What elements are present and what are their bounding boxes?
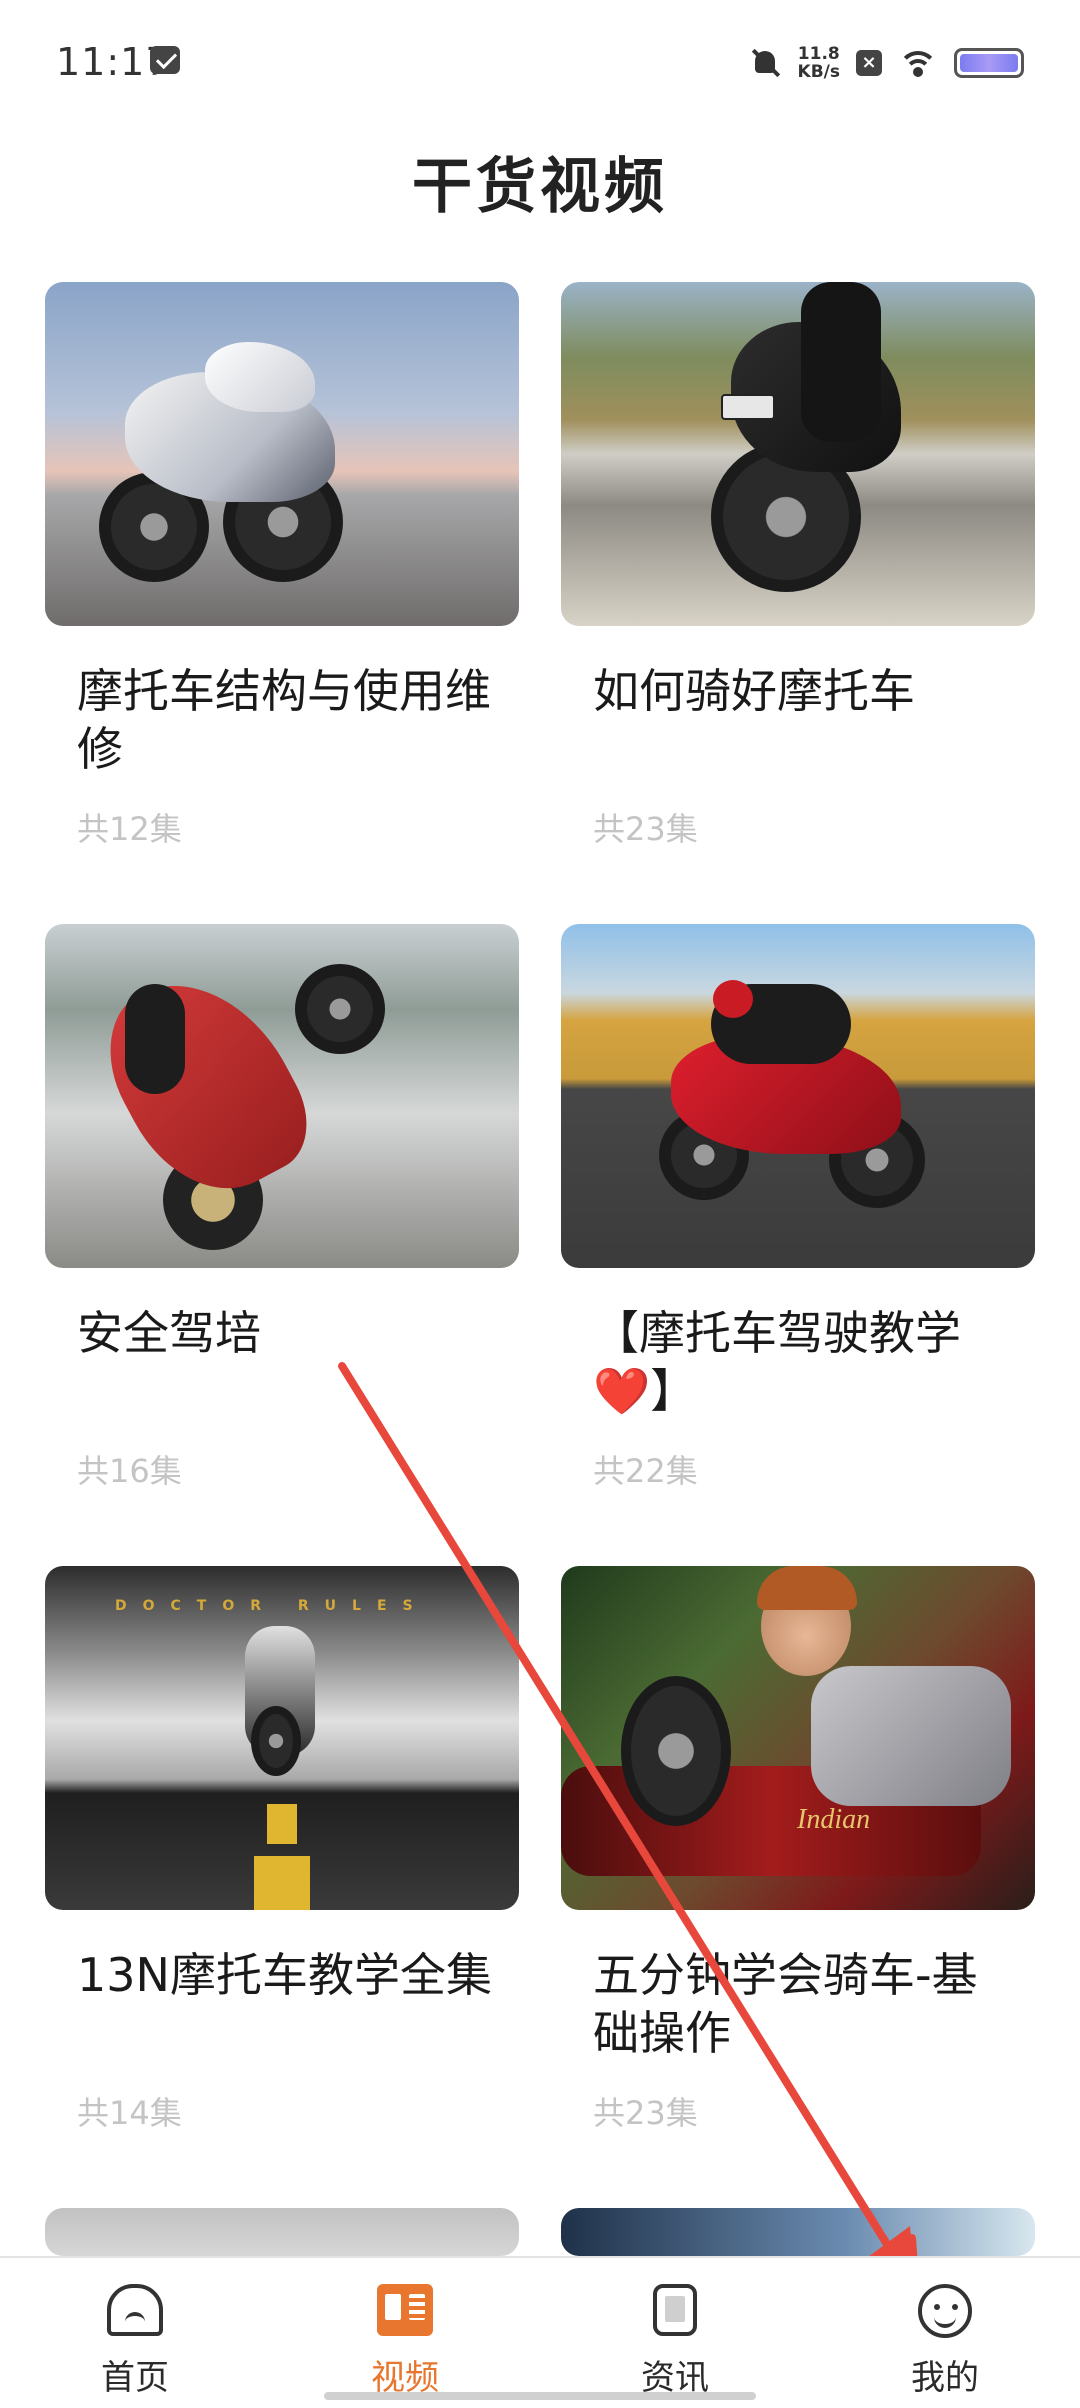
video-thumbnail[interactable] [45,924,519,1268]
video-title: 安全驾培 [77,1306,261,1360]
video-title: 摩托车结构与使用维修 [77,664,491,776]
episode-count: 共16集 [77,1452,182,1490]
video-thumbnail[interactable]: Indian [561,1566,1035,1910]
video-card[interactable]: DOCTOR RULES 13N摩托车教学全集 共14集 [45,1566,519,2132]
book-icon [377,2284,433,2336]
video-card[interactable]: Indian 五分钟学会骑车-基础操作 共23集 [561,1566,1035,2132]
episode-count: 共23集 [593,810,698,848]
episode-count: 共22集 [593,1452,698,1490]
video-card[interactable]: 【摩托车驾驶教学❤️】 共22集 [561,924,1035,1490]
video-thumbnail[interactable] [45,2208,519,2256]
video-card[interactable]: 摩托车结构与使用维修 共12集 [45,282,519,848]
mute-bell-icon [748,46,782,80]
home-indicator[interactable] [324,2392,756,2400]
video-card[interactable] [561,2208,1035,2256]
thumb-watermark: DOCTOR RULES [115,1598,429,1614]
video-thumbnail[interactable] [561,2208,1035,2256]
phone-icon [653,2284,697,2336]
home-icon [107,2284,163,2336]
battery-icon [954,48,1024,78]
network-speed-value: 11.8 [797,44,840,64]
nav-label: 我的 [911,2358,979,2398]
nav-item-home[interactable]: 首页 [0,2258,270,2408]
message-notification-icon [150,46,180,74]
video-title: 【摩托车驾驶教学❤️】 [593,1306,961,1418]
network-speed: 11.8 KB/s [798,45,840,81]
thumb-brand-text: Indian [797,1804,871,1835]
episode-count: 共23集 [593,2094,698,2132]
video-title: 如何骑好摩托车 [593,664,915,718]
video-card[interactable] [45,2208,519,2256]
status-bar: 11:17 11.8 KB/s × [0,0,1080,130]
wifi-icon [898,47,938,79]
video-thumbnail[interactable]: DOCTOR RULES [45,1566,519,1910]
episode-count: 共14集 [77,2094,182,2132]
video-card[interactable]: 安全驾培 共16集 [45,924,519,1490]
smile-icon [918,2284,972,2338]
video-title: 五分钟学会骑车-基础操作 [593,1948,978,2060]
video-card[interactable]: 如何骑好摩托车 共23集 [561,282,1035,848]
page-title: 干货视频 [412,152,668,222]
network-speed-unit: KB/s [797,62,840,82]
close-box-icon: × [856,50,882,76]
video-thumbnail[interactable] [561,282,1035,626]
video-thumbnail[interactable] [45,282,519,626]
video-thumbnail[interactable] [561,924,1035,1268]
nav-item-mine[interactable]: 我的 [810,2258,1080,2408]
episode-count: 共12集 [77,810,182,848]
bottom-nav: 首页 视频 资讯 我的 [0,2256,1080,2408]
nav-item-video[interactable]: 视频 [270,2258,540,2408]
video-title: 13N摩托车教学全集 [77,1948,492,2002]
nav-item-news[interactable]: 资讯 [540,2258,810,2408]
status-icons: 11.8 KB/s × [748,38,1024,88]
nav-label: 首页 [101,2358,169,2398]
